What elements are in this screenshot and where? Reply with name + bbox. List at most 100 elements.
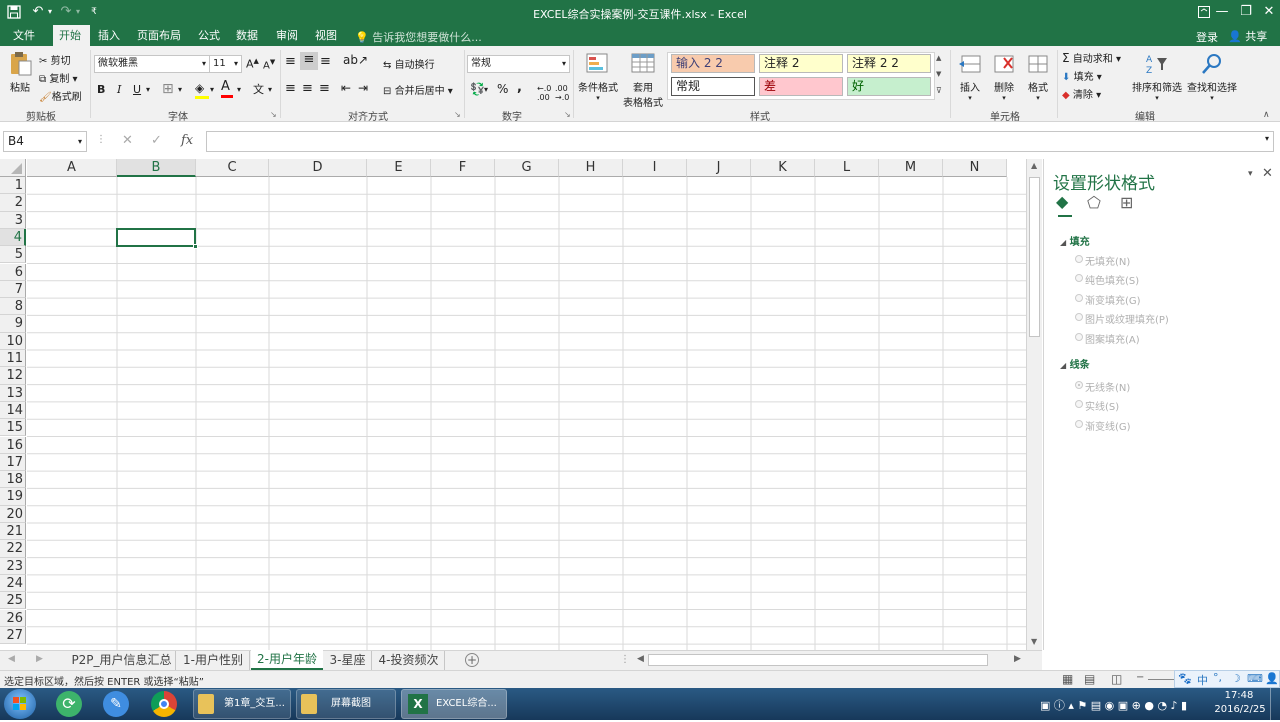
align-bottom-icon[interactable]: ≡ [320, 54, 331, 69]
dialog-launcher-icon[interactable]: ↘ [454, 110, 461, 119]
collapse-ribbon-icon[interactable]: ∧ [1263, 110, 1270, 120]
worksheet-grid[interactable]: ABCDEFGHIJKLMN 1 2 3 4 5 6 7 8 9 10 11 12 13 14 15 16 17… [0, 159, 1042, 650]
solid-line-radio[interactable] [1075, 400, 1083, 408]
tab-insert[interactable]: 插入 [92, 25, 126, 46]
underline-button[interactable]: U [133, 83, 141, 96]
number-format-select[interactable]: 常规 ▾ [467, 55, 570, 73]
expand-formula-icon[interactable]: ▾ [1265, 134, 1269, 143]
chevron-down-icon[interactable]: ▾ [484, 85, 488, 94]
paste-button[interactable]: 粘贴 [6, 50, 34, 98]
tab-page-layout[interactable]: 页面布局 [131, 25, 187, 46]
align-left-icon[interactable]: ≡ [285, 81, 296, 96]
taskbar-button-excel[interactable]: X EXCEL综合... [401, 689, 507, 719]
style-note-2[interactable]: 注释 2 [759, 54, 843, 73]
chevron-down-icon[interactable]: ▾ [178, 85, 182, 94]
chevron-down-icon[interactable]: ▾ [210, 85, 214, 94]
vertical-scroll-thumb[interactable] [1029, 177, 1040, 337]
border-icon[interactable]: ⊞ [162, 81, 174, 97]
scroll-up-icon[interactable]: ▲ [1031, 161, 1037, 170]
close-icon[interactable]: ✕ [1259, 2, 1279, 22]
selected-cell-box[interactable] [116, 227, 198, 250]
tray-icons[interactable]: ▣ ⓘ ▴ ⚑ ▤ ◉ ▣ ⊕ ● ◔ ♪ ▮ [1040, 697, 1187, 713]
style-bad[interactable]: 差 [759, 77, 843, 96]
conditional-format-button[interactable]: 条件格式 ▾ [576, 52, 620, 102]
no-fill-radio[interactable] [1075, 255, 1083, 263]
insert-cells-button[interactable]: 插入 ▾ [955, 52, 985, 102]
copy-button[interactable]: ⧉ 复制 ▾ [39, 70, 78, 85]
align-top-icon[interactable]: ≡ [285, 54, 296, 69]
page-layout-view-icon[interactable]: ▤ [1084, 672, 1095, 686]
cancel-icon[interactable]: ✕ [122, 133, 133, 148]
italic-button[interactable]: I [117, 83, 121, 96]
wrap-text-button[interactable]: ⇆ 自动换行 [383, 56, 435, 71]
grow-font-icon[interactable]: A▲ [246, 57, 259, 71]
align-right-icon[interactable]: ≡ [319, 81, 330, 96]
pane-options-icon[interactable]: ▾ [1248, 169, 1253, 179]
insert-function-button[interactable]: fx [181, 133, 193, 148]
taskbar-button-folder[interactable]: 第1章_交互... [193, 689, 291, 719]
decrease-decimal-icon[interactable]: .00 →.0 [555, 84, 569, 102]
format-as-table-button[interactable]: 套用 表格格式 [620, 52, 666, 109]
chevron-down-icon[interactable]: ▾ [268, 85, 272, 94]
chevron-down-icon[interactable]: ▾ [237, 85, 241, 94]
fill-button[interactable]: ⬇ 填充 ▾ [1062, 68, 1102, 83]
fill-handle[interactable] [193, 244, 198, 250]
comma-button[interactable]: , [517, 80, 522, 95]
scroll-tabs-right-icon[interactable]: ▶ [36, 654, 43, 664]
percent-button[interactable]: % [497, 82, 508, 96]
no-line-radio[interactable] [1075, 381, 1083, 389]
style-input[interactable]: 输入 2 2 [671, 54, 755, 73]
split-handle-icon[interactable]: ⋮ [620, 654, 630, 665]
clear-button[interactable]: ◆ 清除 ▾ [1062, 86, 1101, 101]
minimize-icon[interactable]: — [1212, 2, 1232, 22]
restore-icon[interactable]: ❐ [1236, 2, 1256, 22]
tab-review[interactable]: 审阅 [270, 25, 304, 46]
fill-section-header[interactable]: ◢ 填充 [1060, 233, 1090, 248]
punctuation-icon[interactable]: °, [1213, 671, 1222, 684]
scroll-down-icon[interactable]: ▼ [1031, 637, 1037, 646]
sheet-tab-active[interactable]: 2-用户年龄 [251, 650, 323, 670]
gallery-scroll-up-icon[interactable]: ▲ [936, 54, 941, 62]
orientation-icon[interactable]: ab↗ [343, 53, 368, 67]
style-normal[interactable]: 常规 [671, 77, 755, 96]
format-painter-button[interactable]: 🖌格式刷 [39, 88, 82, 103]
ime-mode[interactable]: 中 [1197, 672, 1208, 688]
tab-view[interactable]: 视图 [309, 25, 343, 46]
feather-app-icon[interactable]: ✎ [103, 691, 129, 717]
gradient-fill-radio[interactable] [1075, 294, 1083, 302]
fill-line-icon[interactable]: ◆ [1056, 192, 1068, 211]
show-desktop-button[interactable] [1270, 688, 1280, 720]
paw-icon[interactable]: 🐾 [1178, 672, 1192, 685]
clock-date[interactable]: 2016/2/25 [1214, 704, 1266, 715]
effects-icon[interactable]: ⬠ [1087, 193, 1101, 212]
align-middle-icon[interactable]: ≡ [300, 52, 318, 70]
cut-button[interactable]: ✂ 剪切 [39, 52, 71, 67]
horizontal-scroll-thumb[interactable] [648, 654, 988, 666]
dialog-launcher-icon[interactable]: ↘ [564, 110, 571, 119]
fill-color-button[interactable]: ◈ [195, 81, 209, 99]
tell-me-box[interactable]: 💡 告诉我您想要做什么... [355, 29, 482, 45]
formula-input[interactable]: ▾ [206, 131, 1274, 152]
merge-center-button[interactable]: ⊟ 合并后居中 ▾ [383, 82, 453, 97]
chevron-down-icon[interactable]: ▾ [146, 85, 150, 94]
gallery-more-icon[interactable]: ⊽ [936, 86, 942, 95]
tab-file[interactable]: 文件 [7, 25, 41, 46]
moon-icon[interactable]: ☽ [1231, 672, 1241, 685]
normal-view-icon[interactable]: ▦ [1062, 672, 1073, 686]
clock-time[interactable]: 17:48 [1224, 690, 1254, 701]
sort-filter-button[interactable]: AZ 排序和筛选 ▾ [1131, 52, 1183, 102]
shrink-font-icon[interactable]: A▼ [263, 58, 275, 71]
decrease-indent-icon[interactable]: ⇤ [341, 81, 351, 95]
delete-cells-button[interactable]: 删除 ▾ [989, 52, 1019, 102]
style-good[interactable]: 好 [847, 77, 931, 96]
sheet-tab[interactable]: 3-星座 [324, 651, 372, 670]
style-note-2-2[interactable]: 注释 2 2 [847, 54, 931, 73]
tab-home[interactable]: 开始 [53, 25, 90, 46]
start-button[interactable] [4, 689, 36, 719]
refresh-app-icon[interactable]: ⟳ [56, 691, 82, 717]
bold-button[interactable]: B [97, 83, 105, 96]
tab-formulas[interactable]: 公式 [192, 25, 226, 46]
autosum-button[interactable]: Σ 自动求和 ▾ [1062, 50, 1121, 65]
sheet-tab[interactable]: 4-投资频次 [373, 651, 445, 670]
sheet-tab[interactable]: 1-用户性别 [177, 651, 250, 670]
